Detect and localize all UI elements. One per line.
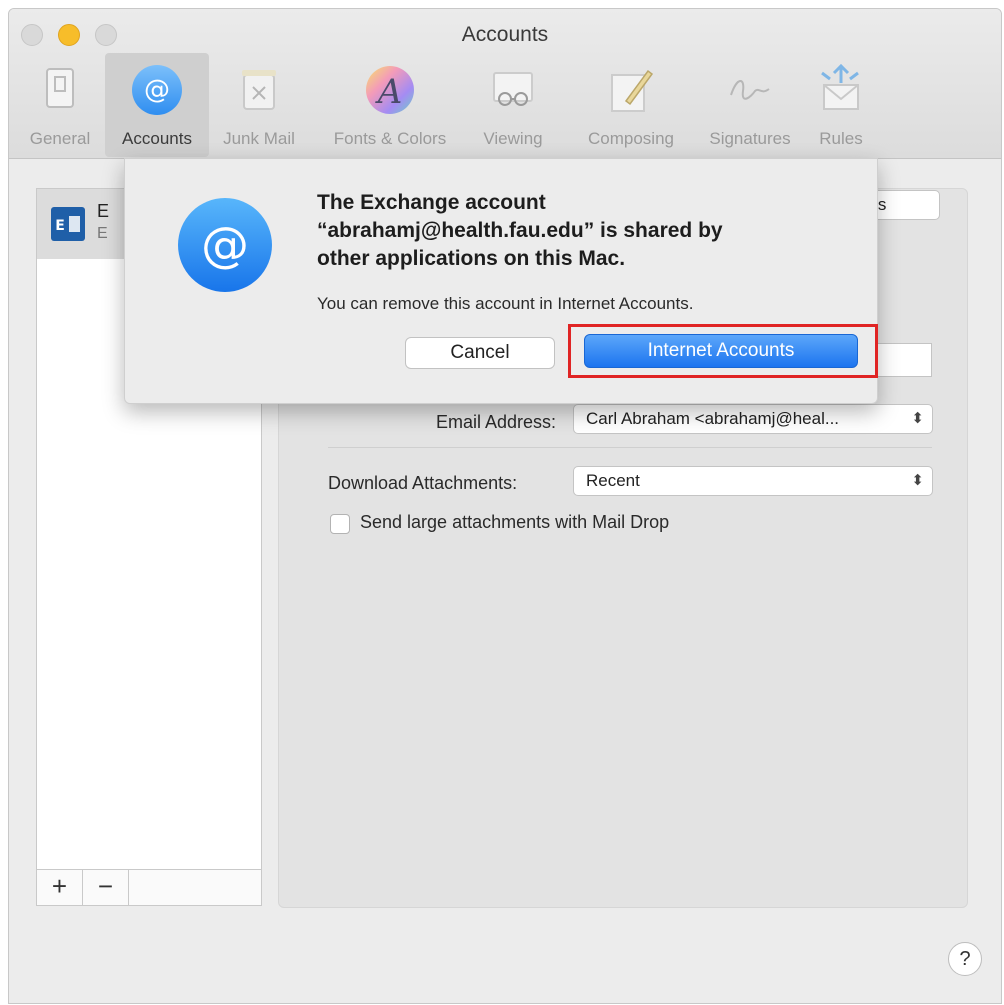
tab-accounts-label: Accounts — [122, 129, 192, 148]
internet-accounts-button[interactable]: Internet Accounts — [584, 334, 858, 368]
email-address-popup[interactable]: Carl Abraham <abrahamj@heal... ⬍ — [573, 404, 933, 434]
tab-accounts[interactable]: @ Accounts — [105, 53, 209, 157]
download-attachments-popup[interactable]: Recent ⬍ — [573, 466, 933, 496]
separator — [328, 447, 932, 448]
alert-title-line-1: The Exchange account — [317, 191, 546, 214]
font-color-icon: A — [366, 66, 414, 114]
tab-rules[interactable]: Rules — [809, 53, 873, 157]
tab-composing-label: Composing — [588, 129, 674, 148]
envelope-arrows-icon — [821, 63, 859, 110]
account-name: E — [97, 201, 110, 221]
download-attachments-label: Download Attachments: — [328, 473, 518, 493]
tab-signatures-label: Signatures — [709, 129, 791, 148]
svg-text:@: @ — [201, 217, 249, 273]
cancel-button[interactable]: Cancel — [405, 337, 555, 369]
chevron-updown-icon: ⬍ — [911, 410, 924, 427]
email-address-label: Email Address: — [435, 412, 556, 432]
tab-general-label: General — [29, 129, 91, 148]
account-list-controls: + − — [37, 869, 261, 905]
glasses-icon — [493, 72, 533, 106]
at-sign-icon: @ — [132, 65, 182, 115]
window-title: Accounts — [461, 23, 549, 46]
tab-fonts-colors[interactable]: A Fonts & Colors — [317, 53, 463, 157]
at-sign-icon: @ — [178, 198, 272, 292]
remove-account-button[interactable]: − — [83, 870, 129, 905]
email-address-value: Carl Abraham <abrahamj@heal... — [586, 409, 840, 428]
tab-fonts-colors-label: Fonts & Colors — [333, 129, 447, 148]
chevron-updown-icon: ⬍ — [911, 472, 924, 489]
mail-drop-checkbox[interactable] — [330, 514, 350, 534]
tab-general[interactable]: General — [15, 53, 105, 157]
switch-icon — [46, 68, 74, 108]
tab-viewing[interactable]: Viewing — [467, 53, 559, 157]
svg-text:A: A — [375, 72, 403, 112]
alert-title-line-2: “abrahamj@health.fau.edu” is shared by — [317, 219, 723, 242]
trash-icon — [242, 70, 276, 110]
title-bar: Accounts General @ Accounts Junk Mail A … — [9, 9, 1001, 159]
tab-rules-label: Rules — [819, 129, 863, 148]
pencil-icon — [611, 69, 654, 112]
tab-viewing-label: Viewing — [483, 129, 543, 148]
mail-drop-label: Send large attachments with Mail Drop — [360, 512, 670, 532]
download-attachments-value: Recent — [586, 471, 640, 490]
tab-junk-mail-label: Junk Mail — [223, 129, 295, 148]
tab-signatures[interactable]: Signatures — [695, 53, 805, 157]
exchange-icon: E — [51, 207, 85, 241]
account-type: E — [97, 225, 108, 242]
tab-junk-mail[interactable]: Junk Mail — [213, 53, 305, 157]
alert-title: The Exchange account “abrahamj@health.fa… — [317, 189, 837, 273]
add-account-button[interactable]: + — [37, 870, 83, 905]
help-button[interactable]: ? — [948, 942, 982, 976]
preferences-toolbar: General @ Accounts Junk Mail A Fonts & C… — [9, 53, 1001, 157]
alert-message: You can remove this account in Internet … — [317, 294, 694, 313]
svg-text:E: E — [55, 218, 65, 234]
tab-composing[interactable]: Composing — [571, 53, 691, 157]
alert-title-line-3: other applications on this Mac. — [317, 247, 626, 270]
signature-icon — [730, 80, 770, 100]
svg-text:@: @ — [144, 75, 170, 105]
